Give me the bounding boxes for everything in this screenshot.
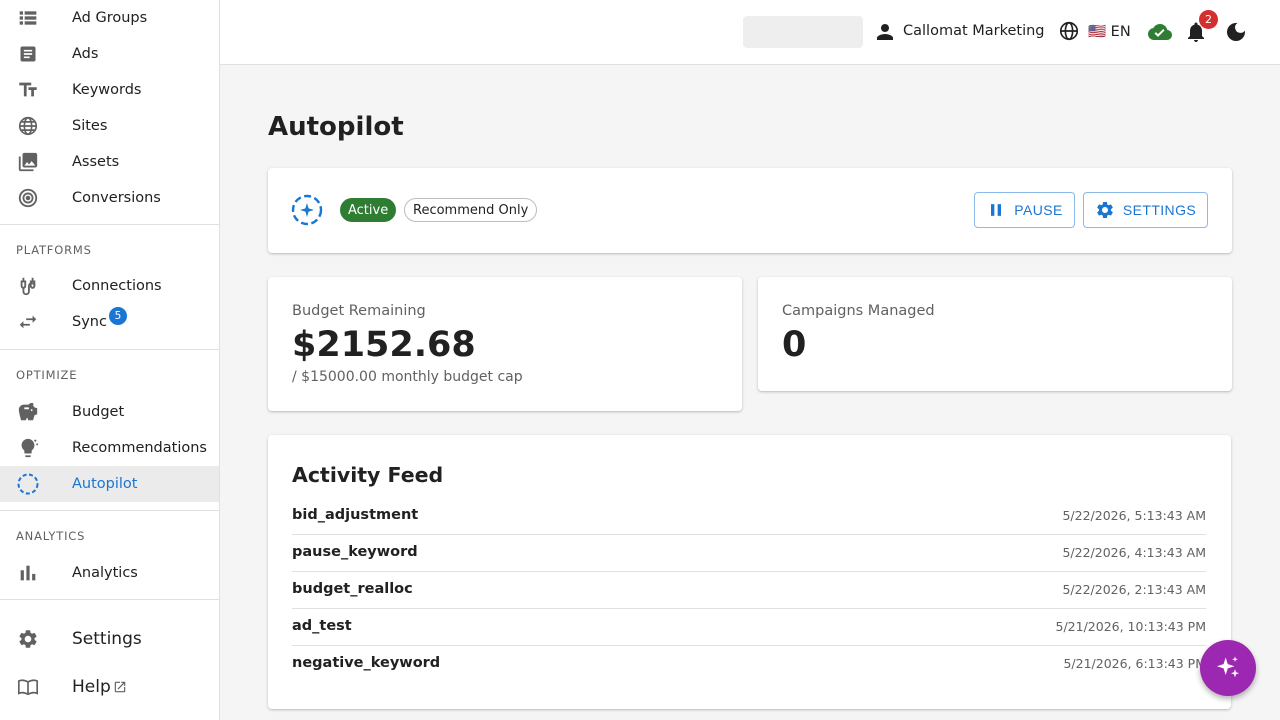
campaigns-managed-value: 0: [782, 325, 807, 365]
language-selector[interactable]: 🇺🇸 EN: [1088, 23, 1131, 40]
status-badge: Active: [340, 198, 397, 222]
sparkle-icon: [1216, 656, 1240, 678]
sidebar-item-keywords[interactable]: Keywords: [0, 72, 219, 108]
dark-mode-icon[interactable]: [1224, 20, 1248, 44]
sidebar-item-label: Help: [72, 677, 111, 697]
autopilot-icon: [16, 472, 40, 496]
sidebar-item-label: Sync: [72, 314, 107, 330]
sidebar-item-help[interactable]: Help: [0, 669, 219, 705]
target-icon: [16, 186, 40, 210]
sidebar-item-label: Connections: [72, 278, 162, 294]
sidebar-item-label: Ads: [72, 46, 99, 62]
person-icon: [873, 20, 897, 44]
list-icon: [16, 6, 40, 30]
image-icon: [16, 150, 40, 174]
activity-timestamp: 5/22/2026, 2:13:43 AM: [1062, 582, 1206, 597]
sidebar-item-label: Keywords: [72, 82, 142, 98]
settings-button-label: SETTINGS: [1122, 202, 1197, 218]
language-icon[interactable]: [1058, 20, 1082, 44]
sidebar-item-label: Recommendations: [72, 440, 207, 456]
sidebar-item-label: Budget: [72, 404, 125, 420]
budget-cap-text: / $15000.00 monthly budget cap: [292, 369, 523, 385]
section-title-analytics: ANALYTICS: [16, 529, 86, 543]
swap-arrows-icon: [16, 310, 40, 334]
activity-feed-card: Activity Feed bid_adjustment 5/22/2026, …: [268, 435, 1231, 709]
sidebar-item-settings[interactable]: Settings: [0, 621, 219, 657]
page-title: Autopilot: [268, 112, 404, 142]
sidebar-divider: [0, 599, 219, 600]
sidebar-item-ad-groups[interactable]: Ad Groups: [0, 0, 219, 36]
gear-icon: [16, 627, 40, 651]
bar-chart-icon: [16, 561, 40, 585]
sidebar-item-budget[interactable]: Budget: [0, 394, 219, 430]
list-item: negative_keyword 5/21/2026, 6:13:43 PM: [292, 646, 1206, 683]
sidebar-item-label: Conversions: [72, 190, 161, 206]
lightbulb-icon: [16, 436, 40, 460]
external-link-icon: [113, 680, 127, 694]
pause-button-label: PAUSE: [1014, 202, 1063, 218]
text-fields-icon: [16, 78, 40, 102]
book-icon: [16, 675, 40, 699]
sidebar-item-conversions[interactable]: Conversions: [0, 180, 219, 216]
campaigns-managed-label: Campaigns Managed: [782, 303, 935, 319]
pause-icon: [991, 204, 1002, 216]
list-item: bid_adjustment 5/22/2026, 5:13:43 AM: [292, 498, 1206, 535]
sync-count-badge: 5: [109, 307, 127, 325]
sidebar-divider: [0, 349, 219, 350]
piggy-bank-icon: [16, 400, 40, 424]
account-name[interactable]: Callomat Marketing: [903, 23, 1045, 39]
activity-action: bid_adjustment: [292, 507, 419, 523]
activity-action: pause_keyword: [292, 544, 418, 560]
sidebar-item-ads[interactable]: Ads: [0, 36, 219, 72]
sidebar-item-sync[interactable]: Sync: [0, 304, 219, 340]
sidebar-divider: [0, 510, 219, 511]
sidebar-item-analytics[interactable]: Analytics: [0, 555, 219, 591]
budget-remaining-card: Budget Remaining $2152.68 / $15000.00 mo…: [268, 277, 742, 411]
article-icon: [16, 42, 40, 66]
sidebar-divider: [0, 224, 219, 225]
cloud-done-icon[interactable]: [1147, 20, 1172, 44]
sidebar: Ad Groups Ads Keywords Sites Assets Conv…: [0, 0, 220, 720]
search-input[interactable]: [743, 16, 863, 48]
sidebar-item-assets[interactable]: Assets: [0, 144, 219, 180]
campaigns-managed-card: Campaigns Managed 0: [758, 277, 1232, 391]
sidebar-item-label: Settings: [72, 629, 142, 649]
activity-action: negative_keyword: [292, 655, 441, 671]
list-item: pause_keyword 5/22/2026, 4:13:43 AM: [292, 535, 1206, 572]
ai-assistant-fab[interactable]: [1200, 640, 1256, 696]
globe-icon: [16, 114, 40, 138]
budget-remaining-value: $2152.68: [292, 325, 476, 365]
activity-action: budget_realloc: [292, 581, 413, 597]
topbar: Callomat Marketing 🇺🇸 EN 2: [220, 0, 1280, 65]
gear-icon: [1097, 202, 1113, 218]
section-title-optimize: OPTIMIZE: [16, 368, 78, 382]
list-item: budget_realloc 5/22/2026, 2:13:43 AM: [292, 572, 1206, 609]
notification-count-badge: 2: [1199, 10, 1218, 29]
sidebar-item-label: Autopilot: [72, 476, 138, 492]
mode-badge: Recommend Only: [404, 198, 538, 222]
sidebar-item-label: Assets: [72, 154, 120, 170]
budget-remaining-label: Budget Remaining: [292, 303, 426, 319]
activity-timestamp: 5/21/2026, 6:13:43 PM: [1063, 656, 1206, 671]
activity-timestamp: 5/22/2026, 4:13:43 AM: [1062, 545, 1206, 560]
activity-timestamp: 5/22/2026, 5:13:43 AM: [1062, 508, 1206, 523]
autopilot-icon: [290, 193, 324, 227]
sidebar-item-connections[interactable]: Connections: [0, 268, 219, 304]
sidebar-item-recommendations[interactable]: Recommendations: [0, 430, 219, 466]
sidebar-item-label: Sites: [72, 118, 108, 134]
autopilot-status-card: Active Recommend Only PAUSE SETTINGS: [268, 168, 1232, 253]
sidebar-item-label: Ad Groups: [72, 10, 148, 26]
sidebar-item-autopilot[interactable]: Autopilot: [0, 466, 219, 502]
activity-action: ad_test: [292, 618, 352, 634]
list-item: ad_test 5/21/2026, 10:13:43 PM: [292, 609, 1206, 646]
section-title-platforms: PLATFORMS: [16, 243, 92, 257]
sidebar-item-sites[interactable]: Sites: [0, 108, 219, 144]
activity-timestamp: 5/21/2026, 10:13:43 PM: [1055, 619, 1206, 634]
sidebar-item-label: Analytics: [72, 565, 138, 581]
plug-icon: [16, 274, 40, 298]
pause-button[interactable]: PAUSE: [974, 192, 1075, 228]
settings-button[interactable]: SETTINGS: [1083, 192, 1208, 228]
activity-feed-title: Activity Feed: [292, 463, 444, 487]
